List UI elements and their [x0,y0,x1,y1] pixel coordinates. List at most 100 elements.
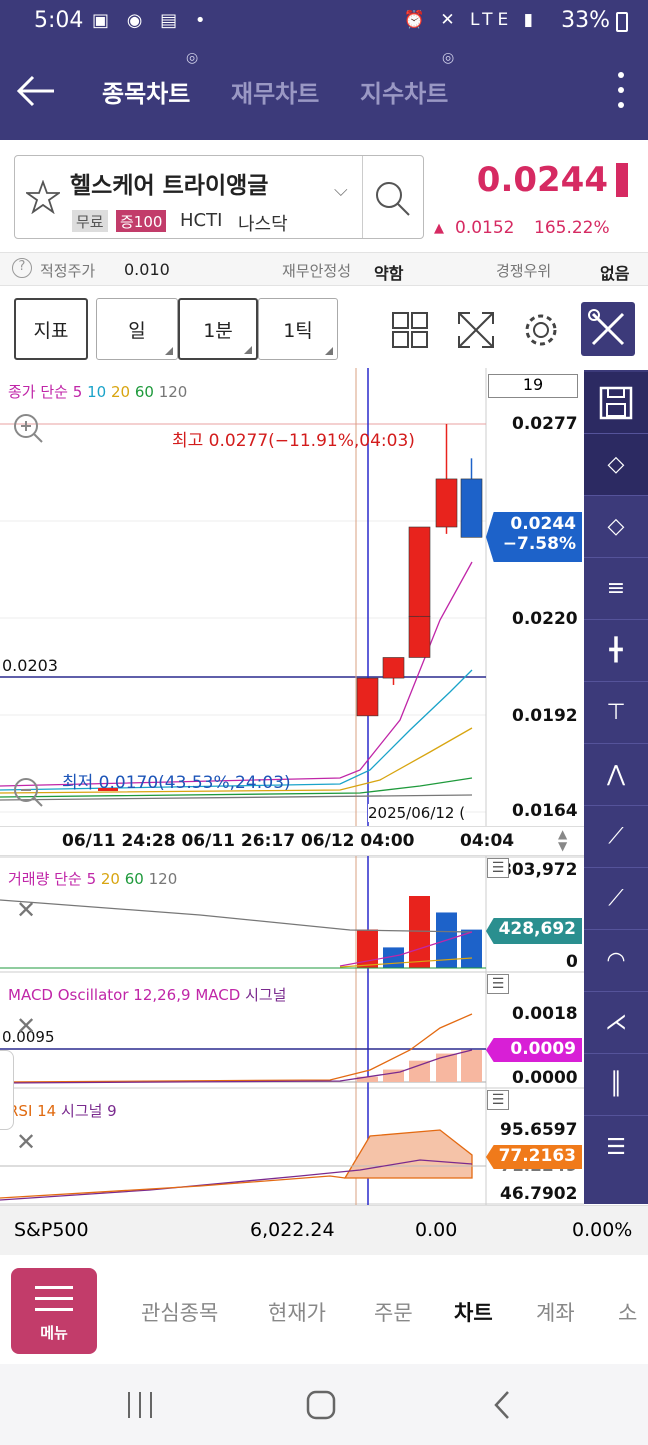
badge-margin: 증100 [116,210,167,232]
side-drawer-handle[interactable] [0,1050,14,1130]
nav-account[interactable]: 계좌 [536,1297,575,1327]
index-change-pct: 0.00% [572,1219,633,1241]
trend-line-icon[interactable]: ⟋ [584,806,648,868]
close-pane-icon[interactable]: ✕ [16,1128,36,1156]
auto-trend-icon[interactable]: ⟋ [584,868,648,930]
period-tick-button[interactable]: 1틱 [258,298,338,360]
tab-index-chart[interactable]: 지수차트 [360,74,448,109]
candle-body [408,615,431,658]
macd-histogram-bar [461,1050,482,1082]
close-pane-icon[interactable]: ✕ [16,1012,36,1040]
period-minute-button[interactable]: 1분 [178,298,258,360]
more-menu-icon[interactable] [618,72,624,112]
close-pane-icon[interactable]: ✕ [16,896,36,924]
vol-ma120-label: 120 [148,870,178,888]
price-tick: 0.0220 [512,609,578,629]
cycle-line-icon[interactable]: ║ [584,1054,648,1116]
settings-gear-icon[interactable] [522,311,560,349]
macd-tick: 0.0018 [512,1004,578,1024]
period-minute-label: 1분 [203,319,233,342]
cross-line-icon[interactable]: ╋ [584,620,648,682]
ma10-label: 10 [87,383,107,401]
home-icon[interactable] [306,1390,336,1420]
macd-legend[interactable]: MACD Oscillator 12,26,9 MACD 시그널 [8,984,286,1005]
rsi-legend[interactable]: RSI 14 시그널 9 [8,1100,117,1121]
favorite-star-icon[interactable] [26,180,60,214]
vol-ma20-label: 20 [100,870,120,888]
rsi-label: RSI 14 [8,1102,57,1120]
arc-icon[interactable]: ◠ [584,930,648,992]
current-price: 0.0244 [476,160,608,200]
tools-icon [588,309,625,346]
battery-level: 33% [561,8,610,33]
scroll-updown-icon[interactable]: ▲ ▼ [558,828,567,852]
notification-icons: ▣ ◉ ▤ • [92,10,212,31]
pane-menu-icon[interactable]: ☰ [487,974,509,994]
badge-free: 무료 [72,210,108,232]
period-count-box[interactable]: 19 [488,374,578,398]
fibonacci-icon[interactable]: ☰ [584,1116,648,1178]
rsi-tick: 95.6597 [500,1120,578,1140]
volume-legend[interactable]: 거래량 단순 5 20 60 120 [8,868,177,889]
hcl-line-icon[interactable]: ≡ [584,558,648,620]
volume-tick: 803,972 [500,860,578,880]
tab-financial-chart[interactable]: 재무차트 [231,74,319,109]
layout-grid-icon[interactable] [392,312,428,348]
nav-order[interactable]: 주문 [374,1297,413,1327]
pane-menu-icon[interactable]: ☰ [487,858,509,878]
vertical-line-icon[interactable]: ⋀ [584,744,648,806]
macd-signal-label: 시그널 [245,986,287,1004]
fair-price-label: 적정주가 [40,262,96,280]
chevron-down-icon[interactable]: ⌵ [334,180,348,201]
price-tick: 0.0192 [512,706,578,726]
nav-more[interactable]: 소 [618,1297,637,1327]
candle-body [408,526,431,617]
price-change-pct: 165.22% [534,218,610,238]
nav-chart[interactable]: 차트 [454,1297,493,1327]
eraser-all-icon[interactable]: ◇ [584,496,648,558]
tab-badge-icon: ◎ [186,50,199,66]
menu-label: 메뉴 [40,1324,68,1342]
recent-apps-icon[interactable] [126,1390,154,1420]
save-icon[interactable] [584,372,648,434]
volume-bar [409,896,430,968]
fullscreen-icon[interactable] [456,310,496,350]
price-change: 0.0152 [455,218,515,238]
volume-tick: 0 [566,952,578,972]
nav-watchlist[interactable]: 관심종목 [141,1297,218,1327]
volume-current-tag: 428,692 [486,918,582,944]
stock-market: 나스닥 [238,214,288,235]
price-tick: 0.0277 [512,414,578,434]
vol-ma60-label: 60 [124,870,144,888]
drawing-tools-button[interactable] [581,302,635,356]
price-bar [616,163,628,197]
pane-menu-icon[interactable]: ☰ [487,1090,509,1110]
back-arrow-icon[interactable] [16,74,56,108]
help-icon[interactable]: ? [12,258,32,278]
macd-tick: 0.0000 [512,1068,578,1088]
stability-label: 재무안정성 [282,262,352,280]
nav-current-price[interactable]: 현재가 [268,1297,326,1327]
candle-body [382,657,405,679]
zoom-out-icon[interactable] [12,776,44,808]
tab-stock-chart[interactable]: 종목차트 [102,74,190,109]
zoom-in-icon[interactable] [12,412,44,444]
time-axis-labels: 06/11 24:28 06/11 26:17 06/12 04:00 [62,831,415,851]
horizontal-line-icon[interactable]: ⊤ [584,682,648,744]
search-icon[interactable] [372,178,412,218]
crosshair-price: 0.0203 [2,656,58,675]
competition-value: 없음 [600,264,630,283]
ma-legend[interactable]: 종가 단순 5 10 20 60 120 [8,381,187,402]
menu-button[interactable]: 메뉴 [11,1268,97,1354]
price-tick: 0.0164 [512,801,578,821]
indicator-button[interactable]: 지표 [14,298,88,360]
candle-body [435,478,458,528]
fair-price-value: 0.010 [124,260,170,279]
back-icon[interactable] [492,1390,512,1420]
eraser-icon[interactable]: ◇ [584,434,648,496]
period-day-button[interactable]: 일 [96,298,178,360]
fan-line-icon[interactable]: ⋌ [584,992,648,1054]
stock-ticker: HCTI [180,210,223,231]
macd-current-tag: 0.0009 [486,1038,582,1062]
index-change: 0.00 [415,1219,458,1241]
